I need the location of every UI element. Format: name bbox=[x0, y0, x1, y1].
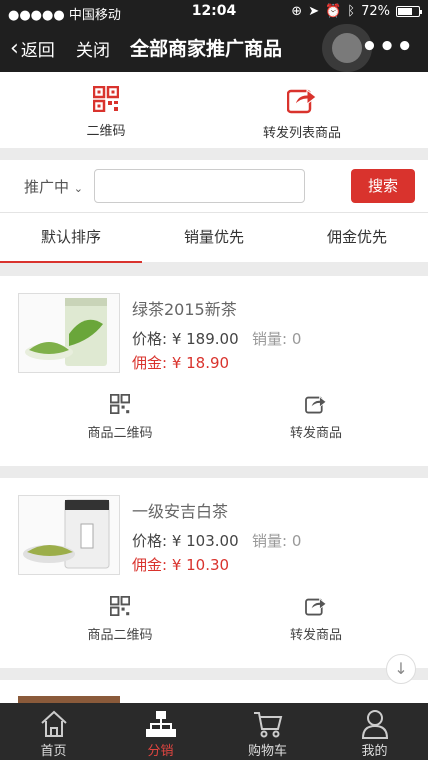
back-label: 返回 bbox=[20, 41, 55, 61]
green-tea-can-image bbox=[19, 294, 119, 372]
product-forward-button[interactable]: 转发商品 bbox=[246, 596, 386, 643]
product-forward-label: 转发商品 bbox=[289, 426, 342, 441]
product-card[interactable]: 一级安吉白茶 价格: ¥ 103.00 销量: 0 佣金: ¥ 10.30 商品… bbox=[0, 478, 428, 668]
battery-percent: 72% bbox=[361, 4, 390, 19]
share-icon bbox=[305, 396, 327, 414]
close-button[interactable]: 关闭 bbox=[76, 36, 110, 61]
distribution-icon bbox=[146, 711, 176, 737]
nav-bar: ‹ 返回 关闭 全部商家推广商品 ••• bbox=[0, 24, 428, 72]
search-input[interactable] bbox=[94, 169, 305, 203]
top-bar: ●●●●● 中国移动 12:04 ⊕ ➤ ⏰ ᛒ 72% ‹ 返回 关闭 全部商… bbox=[0, 0, 428, 72]
white-tea-can-image bbox=[19, 496, 119, 574]
product-forward-label: 转发商品 bbox=[289, 628, 342, 643]
more-button[interactable]: ••• bbox=[361, 32, 414, 62]
scroll-down-button[interactable]: ↓ bbox=[386, 654, 416, 684]
forward-list-button[interactable]: 转发列表商品 bbox=[222, 86, 382, 141]
cart-icon bbox=[254, 712, 283, 738]
arrow-down-icon: ↓ bbox=[394, 659, 408, 678]
chevron-down-icon: ⌄ bbox=[73, 182, 84, 195]
search-bar: 推广中 ⌄ 搜索 bbox=[0, 160, 428, 212]
qr-code-icon bbox=[109, 393, 131, 415]
product-sales: 销量: 0 bbox=[252, 532, 302, 550]
product-sales: 销量: 0 bbox=[252, 330, 302, 348]
chevron-left-icon: ‹ bbox=[10, 35, 19, 61]
product-qr-label: 商品二维码 bbox=[87, 426, 153, 441]
tab-distribution[interactable]: 分销 bbox=[107, 703, 214, 760]
tab-sales-first[interactable]: 销量优先 bbox=[143, 213, 285, 263]
product-forward-button[interactable]: 转发商品 bbox=[246, 394, 386, 441]
tab-cart[interactable]: 购物车 bbox=[214, 703, 321, 760]
lock-rotation-icon: ⊕ bbox=[291, 4, 303, 19]
qr-code-button[interactable]: 二维码 bbox=[26, 85, 186, 139]
share-icon bbox=[305, 598, 327, 616]
status-icons: ⊕ ➤ ⏰ ᛒ 72% bbox=[291, 4, 422, 19]
tab-mine-label: 我的 bbox=[361, 744, 388, 759]
product-price: 价格: ¥ 103.00 bbox=[132, 532, 239, 550]
product-commission: 佣金: ¥ 18.90 bbox=[132, 354, 230, 372]
forward-list-label: 转发列表商品 bbox=[262, 126, 341, 141]
product-commission: 佣金: ¥ 10.30 bbox=[132, 556, 230, 574]
tab-default-sort[interactable]: 默认排序 bbox=[0, 213, 142, 263]
qr-code-label: 二维码 bbox=[86, 124, 126, 139]
sort-tabs: 默认排序 销量优先 佣金优先 bbox=[0, 212, 428, 263]
app-screen: ●●●●● 中国移动 12:04 ⊕ ➤ ⏰ ᛒ 72% ‹ 返回 关闭 全部商… bbox=[0, 0, 428, 760]
share-bar: 二维码 转发列表商品 bbox=[0, 72, 428, 148]
product-qr-label: 商品二维码 bbox=[87, 628, 153, 643]
bottom-tab-bar: 首页 分销 购物车 我的 bbox=[0, 703, 428, 760]
user-icon bbox=[361, 710, 389, 739]
status-bar: ●●●●● 中国移动 12:04 ⊕ ➤ ⏰ ᛒ 72% bbox=[0, 0, 428, 24]
product-qr-button[interactable]: 商品二维码 bbox=[50, 393, 190, 441]
product-card[interactable]: 绿茶2015新茶 价格: ¥ 189.00 销量: 0 佣金: ¥ 18.90 … bbox=[0, 276, 428, 466]
tab-cart-label: 购物车 bbox=[247, 744, 287, 759]
home-icon bbox=[41, 710, 67, 737]
share-icon bbox=[286, 88, 317, 114]
tab-mine[interactable]: 我的 bbox=[321, 703, 428, 760]
product-qr-button[interactable]: 商品二维码 bbox=[50, 595, 190, 643]
status-dropdown-label: 推广中 bbox=[24, 178, 70, 196]
product-image bbox=[18, 495, 120, 575]
tab-home-label: 首页 bbox=[40, 744, 67, 759]
product-name: 绿茶2015新茶 bbox=[132, 300, 237, 319]
tab-home[interactable]: 首页 bbox=[0, 703, 107, 760]
search-button[interactable]: 搜索 bbox=[351, 169, 415, 203]
location-icon: ➤ bbox=[308, 4, 320, 19]
battery-fill bbox=[398, 8, 412, 15]
qr-code-icon bbox=[109, 595, 131, 617]
back-button[interactable]: ‹ 返回 bbox=[10, 36, 55, 61]
product-name: 一级安吉白茶 bbox=[132, 502, 229, 521]
product-image bbox=[18, 293, 120, 373]
page-title: 全部商家推广商品 bbox=[130, 38, 283, 60]
alarm-icon: ⏰ bbox=[325, 4, 342, 19]
battery-icon bbox=[396, 6, 422, 17]
status-dropdown[interactable]: 推广中 ⌄ bbox=[24, 176, 83, 197]
product-price: 价格: ¥ 189.00 bbox=[132, 330, 239, 348]
bluetooth-icon: ᛒ bbox=[347, 4, 356, 19]
tab-commission-first[interactable]: 佣金优先 bbox=[286, 213, 428, 263]
qr-code-icon bbox=[92, 85, 120, 113]
tab-distribution-label: 分销 bbox=[147, 744, 174, 759]
